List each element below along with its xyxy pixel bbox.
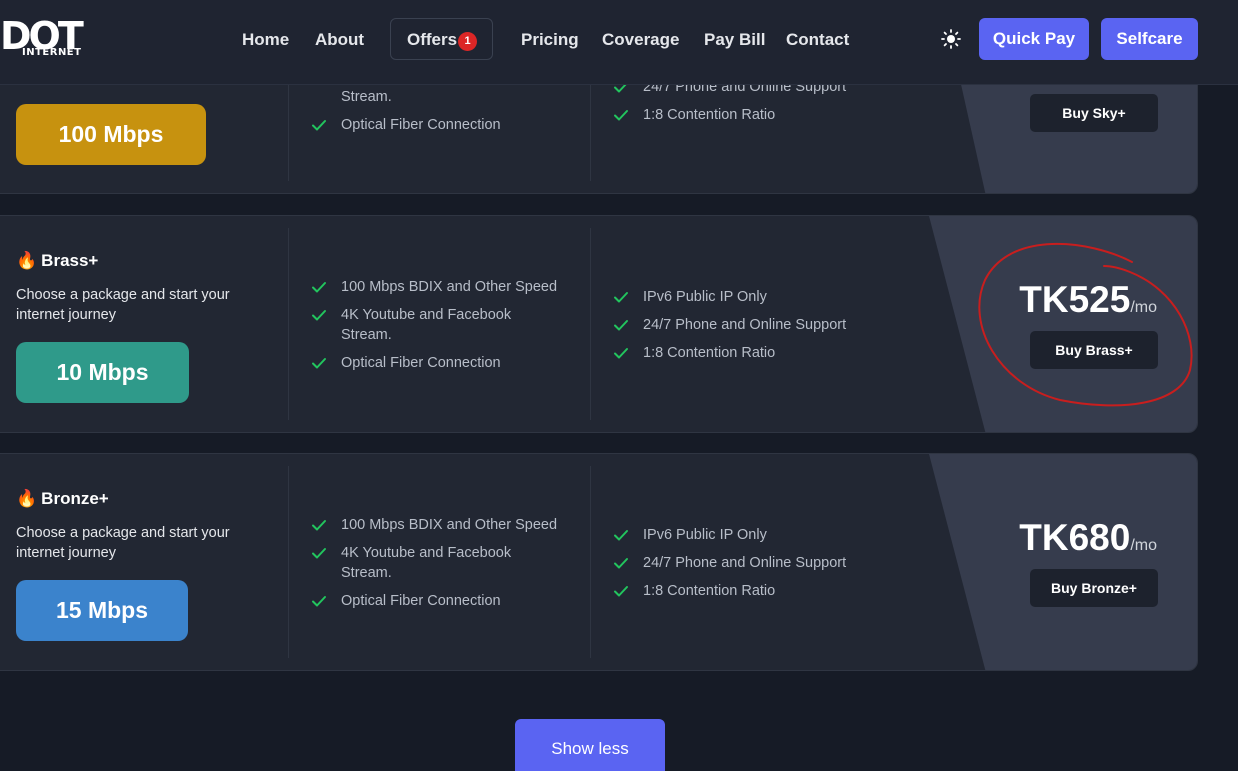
- price-period: /mo: [1130, 299, 1157, 316]
- show-less-button[interactable]: Show less: [515, 719, 665, 771]
- card-divider: [288, 228, 289, 420]
- buy-brass-button[interactable]: Buy Brass+: [1030, 331, 1158, 369]
- plan-card-bronze: 🔥 Bronze+ Choose a package and start your…: [0, 453, 1198, 671]
- feature-item: 1:8 Contention Ratio: [613, 343, 913, 363]
- nav-link-about[interactable]: About: [315, 29, 364, 51]
- check-icon: [312, 282, 326, 293]
- speed-badge: 100 Mbps: [16, 104, 206, 165]
- check-icon: [312, 310, 326, 321]
- nav-link-coverage[interactable]: Coverage: [602, 29, 679, 51]
- feature-text: 24/7 Phone and Online Support: [643, 317, 847, 333]
- speed-badge: 10 Mbps: [16, 342, 189, 403]
- plan-price: TK525/mo: [1019, 280, 1157, 328]
- speed-label: 100 Mbps: [58, 121, 164, 147]
- logo-subtext: INTERNET: [22, 47, 82, 58]
- feature-item: 100 Mbps BDIX and Other Speed: [311, 277, 571, 297]
- feature-item: Optical Fiber Connection: [311, 115, 571, 135]
- plan-name: Brass+: [41, 251, 99, 270]
- feature-text: 4K Youtube and Facebook Stream.: [341, 545, 512, 581]
- check-icon: [614, 586, 628, 597]
- check-icon: [312, 120, 326, 131]
- feature-text: Optical Fiber Connection: [341, 355, 501, 371]
- feature-text: 100 Mbps BDIX and Other Speed: [341, 279, 558, 295]
- quick-pay-button[interactable]: Quick Pay: [979, 18, 1089, 60]
- feature-text: 4K Youtube and Facebook Stream.: [341, 307, 512, 343]
- plan-price: TK680/mo: [1019, 518, 1157, 566]
- check-icon: [614, 530, 628, 541]
- feature-text: Optical Fiber Connection: [341, 593, 501, 609]
- offers-count-badge: 1: [458, 32, 477, 51]
- plan-description: Choose a package and start your internet…: [16, 525, 230, 561]
- price-amount: TK525: [1019, 279, 1131, 320]
- feature-item: 4K Youtube and Facebook Stream.: [311, 543, 571, 583]
- plan-name: Bronze+: [41, 489, 109, 508]
- feature-text: IPv6 Public IP Only: [643, 289, 767, 305]
- feature-item: Optical Fiber Connection: [311, 353, 571, 373]
- buy-sky-button[interactable]: Buy Sky+: [1030, 94, 1158, 132]
- fire-icon: 🔥: [16, 489, 38, 508]
- speed-label: 10 Mbps: [56, 359, 149, 385]
- feature-item: 4K Youtube and Facebook Stream.: [311, 305, 571, 345]
- plan-title: 🔥 Bronze+: [16, 488, 109, 510]
- nav-link-home[interactable]: Home: [242, 29, 289, 51]
- feature-text: 100 Mbps BDIX and Other Speed: [341, 517, 558, 533]
- buy-bronze-button[interactable]: Buy Bronze+: [1030, 569, 1158, 607]
- feature-text: Optical Fiber Connection: [341, 117, 501, 133]
- check-icon: [312, 596, 326, 607]
- check-icon: [312, 520, 326, 531]
- speed-badge: 15 Mbps: [16, 580, 188, 641]
- feature-text: IPv6 Public IP Only: [643, 527, 767, 543]
- selfcare-button[interactable]: Selfcare: [1101, 18, 1198, 60]
- feature-item: Stream.: [311, 87, 571, 107]
- check-icon: [312, 358, 326, 369]
- feature-item: 100 Mbps BDIX and Other Speed: [311, 515, 571, 535]
- fire-icon: 🔥: [16, 251, 38, 270]
- card-divider: [590, 228, 591, 420]
- sun-icon[interactable]: [940, 28, 962, 50]
- feature-item: IPv6 Public IP Only: [613, 287, 913, 307]
- check-icon: [614, 558, 628, 569]
- dot-internet-logo[interactable]: DOT INTERNET: [0, 16, 120, 60]
- feature-text: 1:8 Contention Ratio: [643, 107, 776, 123]
- feature-text: 24/7 Phone and Online Support: [643, 555, 847, 571]
- nav-link-contact[interactable]: Contact: [786, 29, 849, 51]
- offers-label: Offers: [407, 30, 458, 49]
- price-period: /mo: [1130, 537, 1157, 554]
- check-icon: [614, 348, 628, 359]
- check-icon: [614, 110, 628, 121]
- feature-item: 1:8 Contention Ratio: [613, 581, 913, 601]
- feature-text: Stream.: [341, 89, 392, 105]
- nav-link-pay-bill[interactable]: Pay Bill: [704, 29, 765, 51]
- feature-item: 24/7 Phone and Online Support: [613, 315, 913, 335]
- feature-item: Optical Fiber Connection: [311, 591, 571, 611]
- top-navbar: DOT INTERNET Home About Offers 1 Pricing…: [0, 0, 1238, 85]
- plan-card-brass: 🔥 Brass+ Choose a package and start your …: [0, 215, 1198, 433]
- feature-item: IPv6 Public IP Only: [613, 525, 913, 545]
- nav-link-pricing[interactable]: Pricing: [521, 29, 579, 51]
- plan-description: Choose a package and start your internet…: [16, 287, 230, 323]
- card-divider: [288, 466, 289, 658]
- plan-title: 🔥 Brass+: [16, 250, 98, 272]
- price-amount: TK680: [1019, 517, 1131, 558]
- speed-label: 15 Mbps: [55, 597, 149, 623]
- feature-text: 1:8 Contention Ratio: [643, 345, 776, 361]
- feature-item: 1:8 Contention Ratio: [613, 105, 913, 125]
- check-icon: [312, 548, 326, 559]
- check-icon: [614, 320, 628, 331]
- feature-text: 1:8 Contention Ratio: [643, 583, 776, 599]
- card-divider: [590, 466, 591, 658]
- offers-button[interactable]: Offers 1: [390, 18, 493, 60]
- feature-item: 24/7 Phone and Online Support: [613, 553, 913, 573]
- check-icon: [614, 292, 628, 303]
